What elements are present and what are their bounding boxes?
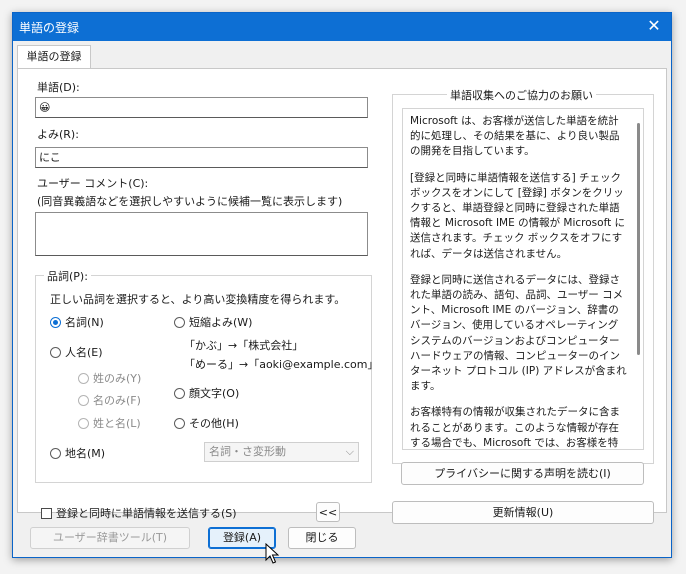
radio-dot (50, 316, 61, 328)
radio-fullname[interactable]: 姓と名(L) (78, 415, 141, 431)
short-example-2: 「めーる」→「aoki@example.com」 (184, 358, 379, 371)
tab-bar: 単語の登録 (17, 45, 669, 69)
reading-label: よみ(R): (37, 128, 79, 141)
window-title: 単語の登録 (19, 21, 80, 35)
info-groupbox: 単語収集へのご協力のお願い Microsoft は、お客様が送信した単語を統計的… (392, 87, 654, 464)
radio-surname[interactable]: 姓のみ(Y) (78, 370, 141, 386)
info-title: 単語収集へのご協力のお願い (447, 87, 596, 103)
radio-dot (50, 447, 61, 459)
radio-other[interactable]: その他(H) (174, 415, 239, 431)
radio-short-reading[interactable]: 短縮よみ(W) (174, 314, 252, 330)
short-example-1: 「かぶ」→「株式会社」 (184, 339, 304, 352)
word-label: 単語(D): (37, 81, 80, 94)
radio-dot (174, 387, 185, 399)
radio-dot (174, 316, 185, 328)
info-paragraph-3: 登録と同時に送信されるデータには、登録された単語の読み、語句、品詞、ユーザー コ… (410, 273, 627, 393)
radio-givenname[interactable]: 名のみ(F) (78, 392, 141, 408)
radio-noun[interactable]: 名詞(N) (50, 314, 104, 330)
comment-textarea[interactable] (35, 212, 368, 256)
info-paragraph-2: [登録と同時に単語情報を送信する] チェックボックスをオンにして [登録] ボタ… (410, 171, 626, 260)
mouse-cursor-icon (265, 543, 279, 564)
close-icon[interactable]: ✕ (645, 17, 663, 35)
collapse-button[interactable]: << (316, 502, 340, 522)
tab-panel: 単語(D): 😀 よみ(R): にこ ユーザー コメント(C): (同音異義語な… (17, 68, 667, 524)
radio-person[interactable]: 人名(E) (50, 344, 103, 360)
pos-groupbox: 品詞(P): 正しい品詞を選択すると、より高い変換精度を得られます。 名詞(N)… (35, 268, 378, 483)
update-info-button[interactable]: 更新情報(U) (392, 501, 654, 524)
reading-input[interactable]: にこ (35, 147, 368, 168)
user-dictionary-tool-button[interactable]: ユーザー辞書ツール(T) (30, 527, 190, 549)
pos-description: 正しい品詞を選択すると、より高い変換精度を得られます。 (50, 293, 346, 306)
radio-dot (78, 394, 89, 406)
info-textbox[interactable]: Microsoft は、お客様が送信した単語を統計的に処理し、その結果を基に、よ… (402, 108, 644, 450)
info-scrollbar[interactable] (637, 123, 640, 355)
close-button[interactable]: 閉じる (288, 527, 356, 549)
radio-dot (78, 417, 89, 429)
radio-place[interactable]: 地名(M) (50, 445, 105, 461)
privacy-statement-button[interactable]: プライバシーに関する声明を読む(I) (401, 462, 644, 485)
radio-dot (174, 417, 185, 429)
info-paragraph-1: Microsoft は、お客様が送信した単語を統計的に処理し、その結果を基に、よ… (410, 115, 620, 158)
pos-title: 品詞(P): (44, 268, 91, 284)
tab-register-word[interactable]: 単語の登録 (17, 45, 91, 69)
register-word-dialog: 単語の登録 ✕ 単語の登録 単語(D): 😀 よみ(R): にこ ユーザー コメ… (12, 12, 672, 558)
pos-subtype-select[interactable]: 名詞・さ変形動 ⌵ (204, 442, 359, 462)
info-paragraph-4: お客様特有の情報が収集されたデータに含まれることがあります。このような情報が存在… (410, 406, 620, 449)
info-text: Microsoft は、お客様が送信した単語を統計的に処理し、その結果を基に、よ… (410, 114, 628, 449)
radio-dot (78, 372, 89, 384)
checkbox-box (41, 507, 52, 519)
radio-emoticon[interactable]: 顔文字(O) (174, 385, 239, 401)
comment-hint: (同音異義語などを選択しやすいように候補一覧に表示します) (37, 195, 343, 208)
comment-label: ユーザー コメント(C): (37, 177, 149, 190)
radio-dot (50, 346, 61, 358)
word-input[interactable]: 😀 (35, 97, 368, 118)
chevron-down-icon: ⌵ (345, 445, 354, 458)
send-info-checkbox[interactable]: 登録と同時に単語情報を送信する(S) (41, 505, 237, 521)
title-bar[interactable]: 単語の登録 ✕ (13, 13, 671, 41)
